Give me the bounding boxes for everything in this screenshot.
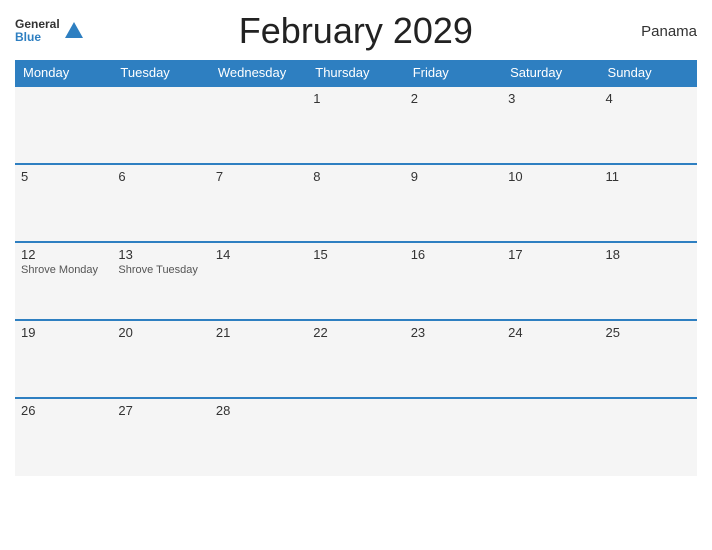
calendar-container: General Blue February 2029 Panama Monday…: [0, 0, 712, 550]
day-number: 9: [411, 169, 496, 184]
day-number: 21: [216, 325, 301, 340]
day-number: 20: [118, 325, 203, 340]
day-number: 10: [508, 169, 593, 184]
calendar-cell: 27: [112, 398, 209, 476]
calendar-cell: 28: [210, 398, 307, 476]
calendar-cell: 18: [600, 242, 697, 320]
day-number: 18: [606, 247, 691, 262]
day-number: 2: [411, 91, 496, 106]
calendar-cell: 17: [502, 242, 599, 320]
day-number: 28: [216, 403, 301, 418]
calendar-cell: 10: [502, 164, 599, 242]
calendar-cell: 14: [210, 242, 307, 320]
col-tuesday: Tuesday: [112, 60, 209, 86]
calendar-cell: 6: [112, 164, 209, 242]
calendar-cell: 11: [600, 164, 697, 242]
calendar-cell: [112, 86, 209, 164]
day-number: 22: [313, 325, 398, 340]
col-saturday: Saturday: [502, 60, 599, 86]
day-number: 6: [118, 169, 203, 184]
day-number: 7: [216, 169, 301, 184]
calendar-body: 123456789101112Shrove Monday13Shrove Tue…: [15, 86, 697, 476]
calendar-week-row: 26 27 28: [15, 398, 697, 476]
calendar-cell: 7: [210, 164, 307, 242]
day-number: 15: [313, 247, 398, 262]
calendar-cell: [600, 398, 697, 476]
col-wednesday: Wednesday: [210, 60, 307, 86]
calendar-cell: 8: [307, 164, 404, 242]
calendar-cell: [307, 398, 404, 476]
calendar-cell: 5: [15, 164, 112, 242]
calendar-cell: 2: [405, 86, 502, 164]
calendar-week-row: 12 Shrove Monday 13 Shrove Tuesday 14 15 16 17 1…: [15, 242, 697, 320]
col-monday: Monday: [15, 60, 112, 86]
calendar-cell: 21: [210, 320, 307, 398]
calendar-header: General Blue February 2029 Panama: [15, 10, 697, 52]
day-number: 11: [606, 169, 691, 184]
day-number: 12: [21, 247, 106, 262]
col-thursday: Thursday: [307, 60, 404, 86]
day-number: 17: [508, 247, 593, 262]
calendar-cell: 16: [405, 242, 502, 320]
day-number: 3: [508, 91, 593, 106]
calendar-cell: 4: [600, 86, 697, 164]
calendar-week-row: 56789 10 11: [15, 164, 697, 242]
day-number: 19: [21, 325, 106, 340]
day-event: Shrove Monday: [21, 264, 106, 276]
calendar-cell: 9: [405, 164, 502, 242]
col-friday: Friday: [405, 60, 502, 86]
country-label: Panama: [627, 23, 697, 40]
calendar-cell: 22: [307, 320, 404, 398]
day-number: 4: [606, 91, 691, 106]
day-number: 24: [508, 325, 593, 340]
day-number: 5: [21, 169, 106, 184]
day-number: 1: [313, 91, 398, 106]
day-number: 16: [411, 247, 496, 262]
calendar-cell: 19: [15, 320, 112, 398]
day-number: 26: [21, 403, 106, 418]
col-sunday: Sunday: [600, 60, 697, 86]
calendar-cell: 13 Shrove Tuesday: [112, 242, 209, 320]
day-number: 8: [313, 169, 398, 184]
calendar-cell: [210, 86, 307, 164]
calendar-cell: [405, 398, 502, 476]
logo: General Blue: [15, 18, 85, 44]
calendar-cell: 20: [112, 320, 209, 398]
logo-blue-text: Blue: [15, 31, 60, 44]
calendar-title: February 2029: [85, 10, 627, 52]
calendar-header-row: Monday Tuesday Wednesday Thursday Friday…: [15, 60, 697, 86]
day-event: Shrove Tuesday: [118, 264, 203, 276]
calendar-cell: 15: [307, 242, 404, 320]
calendar-week-row: 1234: [15, 86, 697, 164]
logo-flag-icon: [63, 20, 85, 42]
calendar-cell: 24: [502, 320, 599, 398]
day-number: 27: [118, 403, 203, 418]
calendar-cell: 1: [307, 86, 404, 164]
calendar-cell: 23: [405, 320, 502, 398]
day-number: 13: [118, 247, 203, 262]
calendar-cell: 3: [502, 86, 599, 164]
calendar-cell: 25: [600, 320, 697, 398]
calendar-cell: [502, 398, 599, 476]
calendar-cell: 12 Shrove Monday: [15, 242, 112, 320]
calendar-cell: [15, 86, 112, 164]
day-number: 14: [216, 247, 301, 262]
day-number: 25: [606, 325, 691, 340]
calendar-week-row: 19 20 21 22 23 24 25: [15, 320, 697, 398]
calendar-cell: 26: [15, 398, 112, 476]
day-number: 23: [411, 325, 496, 340]
calendar-table: Monday Tuesday Wednesday Thursday Friday…: [15, 60, 697, 476]
